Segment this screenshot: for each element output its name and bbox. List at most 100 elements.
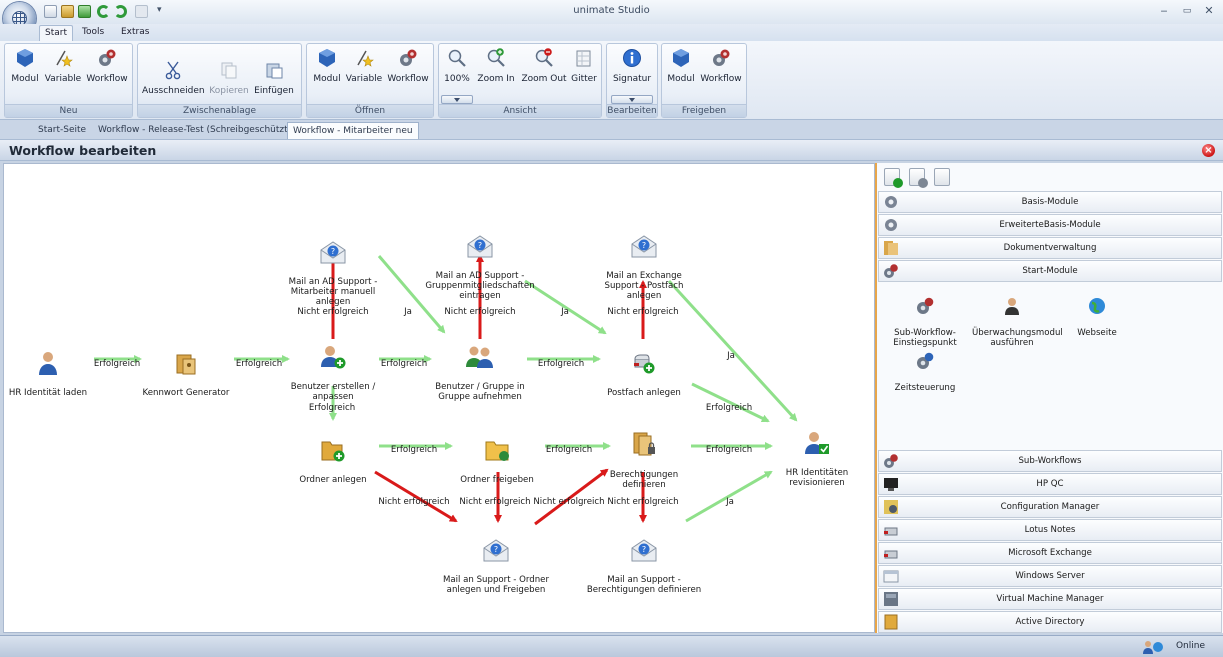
zoom-in-icon [487,48,505,67]
node-benutzer-erstellen[interactable]: Benutzer erstellen / anpassen [273,335,393,402]
module-ueberwachungsmodul[interactable]: Überwachungsmodul ausführen [972,287,1063,348]
category-windows-server[interactable]: Windows Server [878,565,1222,587]
release-workflow-button[interactable]: Workflow [699,48,743,84]
module-webseite[interactable]: Webseite [1057,287,1137,338]
close-icon[interactable]: ✕ [1201,4,1217,18]
svg-text:?: ? [331,247,335,256]
open-variable-button[interactable]: Variable [344,48,384,84]
cut-button[interactable]: Ausschneiden [142,60,205,96]
zoom-100-button[interactable]: 100% [442,48,472,84]
node-label: Kennwort Generator [142,388,230,398]
category-label: Active Directory [1015,617,1085,627]
minimize-icon[interactable]: ‒ [1156,4,1172,18]
add-module-icon[interactable] [884,168,903,188]
category-sub-workflows[interactable]: Sub-Workflows [878,450,1222,472]
grid-button[interactable]: Gitter [569,48,599,84]
config-icon [884,500,898,514]
node-mail-exchange[interactable]: ? Mail an Exchange Support - Postfach an… [584,224,704,301]
node-benutzer-gruppe[interactable]: Benutzer / Gruppe in Gruppe aufnehmen [420,335,540,402]
module-zeitsteuerung[interactable]: Zeitsteuerung [885,342,965,393]
mail-help-icon: ? [467,235,493,258]
redo-icon[interactable] [114,5,127,18]
zoom-out-button[interactable]: Zoom Out [520,48,568,84]
edge-label: Erfolgreich [235,359,283,369]
category-virtual-machine-manager[interactable]: Virtual Machine Manager [878,588,1222,610]
doc-tab-start-seite[interactable]: Start-Seite [33,122,91,139]
open-icon[interactable] [61,5,74,18]
new-workflow-label: Workflow [86,74,128,84]
zoom-in-button[interactable]: Zoom In [474,48,518,84]
node-mail-ad-gruppen[interactable]: ? Mail an AD Support - Gruppenmitgliedsc… [420,224,540,301]
node-mail-berechtigungen[interactable]: ? Mail an Support - Berechtigungen defin… [584,528,704,595]
tab-tools[interactable]: Tools [77,25,109,41]
undo-icon[interactable] [97,5,110,18]
node-kennwort-generator[interactable]: Kennwort Generator [126,341,246,398]
category-dokumentverwaltung[interactable]: Dokumentverwaltung [878,237,1222,259]
workflow-icon [917,297,934,314]
new-variable-button[interactable]: Variable [43,48,83,84]
tab-extras[interactable]: Extras [116,25,154,41]
paste-icon [266,63,283,79]
category-erweiterte-basis-module[interactable]: ErweiterteBasis-Module [878,214,1222,236]
release-workflow-label: Workflow [700,74,742,84]
category-hp-qc[interactable]: HP QC [878,473,1222,495]
tab-start[interactable]: Start [39,25,73,41]
scissors-icon [165,61,181,80]
new-module-button[interactable]: Modul [9,48,41,84]
category-label: Virtual Machine Manager [996,594,1104,604]
node-hr-identitaet-laden[interactable]: HR Identität laden [0,341,108,398]
release-module-button[interactable]: Modul [665,48,697,84]
copy-button[interactable]: Kopieren [208,60,250,96]
copy-icon [221,62,237,79]
toolbox-toolbar [877,163,1223,190]
edit-dropdown-button[interactable] [611,95,653,104]
doc-tab-mitarbeiter-neu[interactable]: Workflow - Mitarbeiter neu [287,122,419,139]
maximize-icon[interactable]: ▭ [1179,4,1195,18]
node-hr-revision[interactable]: HR Identitäten revisionieren [757,421,877,488]
category-start-module[interactable]: Start-Module [878,260,1222,282]
new-icon[interactable] [44,5,57,18]
module-sub-workflow-einstiegspunkt[interactable]: Sub-Workflow- Einstiegspunkt [885,287,965,348]
cut-label: Ausschneiden [142,86,205,96]
node-ordner-anlegen[interactable]: Ordner anlegen [273,428,393,485]
ribbon: Modul Variable Workflow Neu Ausschneiden… [0,41,1223,120]
signatur-button[interactable]: Signatur [609,48,655,84]
node-label: Berechtigungen definieren [609,470,679,490]
category-basis-module[interactable]: Basis-Module [878,191,1222,213]
category-label: Configuration Manager [1000,502,1100,512]
open-module-button[interactable]: Modul [311,48,343,84]
view-dropdown-button[interactable] [441,95,473,104]
copy-label: Kopieren [209,86,249,96]
mail-help-icon: ? [483,539,509,562]
node-postfach-anlegen[interactable]: Postfach anlegen [584,341,704,398]
edge-label: Nicht erfolgreich [459,497,531,507]
category-label: ErweiterteBasis-Module [999,220,1101,230]
category-configuration-manager[interactable]: Configuration Manager [878,496,1222,518]
edge-label: Ja [561,307,569,317]
node-mail-ordner[interactable]: ? Mail an Support - Ordner anlegen und F… [436,528,556,595]
category-active-directory[interactable]: Active Directory [878,611,1222,633]
doc-tab-release-test[interactable]: Workflow - Release-Test (Schreibgeschütz… [93,122,296,139]
open-workflow-button[interactable]: Workflow [386,48,430,84]
node-ordner-freigeben[interactable]: Ordner freigeben [437,428,557,485]
category-microsoft-exchange[interactable]: Microsoft Exchange [878,542,1222,564]
zoom-out-label: Zoom Out [521,74,567,84]
remove-module-icon[interactable] [909,168,928,188]
workflow-icon [713,49,730,66]
paste-button[interactable]: Einfügen [252,60,296,96]
close-panel-icon[interactable]: × [1202,144,1215,157]
node-mail-ad-mitarbeiter[interactable]: ? Mail an AD Support - Mitarbeiter manue… [273,230,393,307]
category-lotus-notes[interactable]: Lotus Notes [878,519,1222,541]
new-workflow-button[interactable]: Workflow [85,48,129,84]
node-berechtigungen[interactable]: Berechtigungen definieren [584,421,704,490]
document-icon[interactable] [934,168,950,186]
edge-label: Nicht erfolgreich [444,307,516,317]
save-icon[interactable] [78,5,91,18]
workflow-canvas[interactable]: HR Identität laden Kennwort Generator Be… [3,163,875,633]
node-label: Ordner anlegen [299,475,367,485]
customize-icon[interactable]: ▾ [157,5,165,18]
edge-label: Ja [404,307,412,317]
zoom-in-label: Zoom In [477,74,515,84]
monitor-icon [884,478,898,491]
svg-text:?: ? [642,241,646,250]
